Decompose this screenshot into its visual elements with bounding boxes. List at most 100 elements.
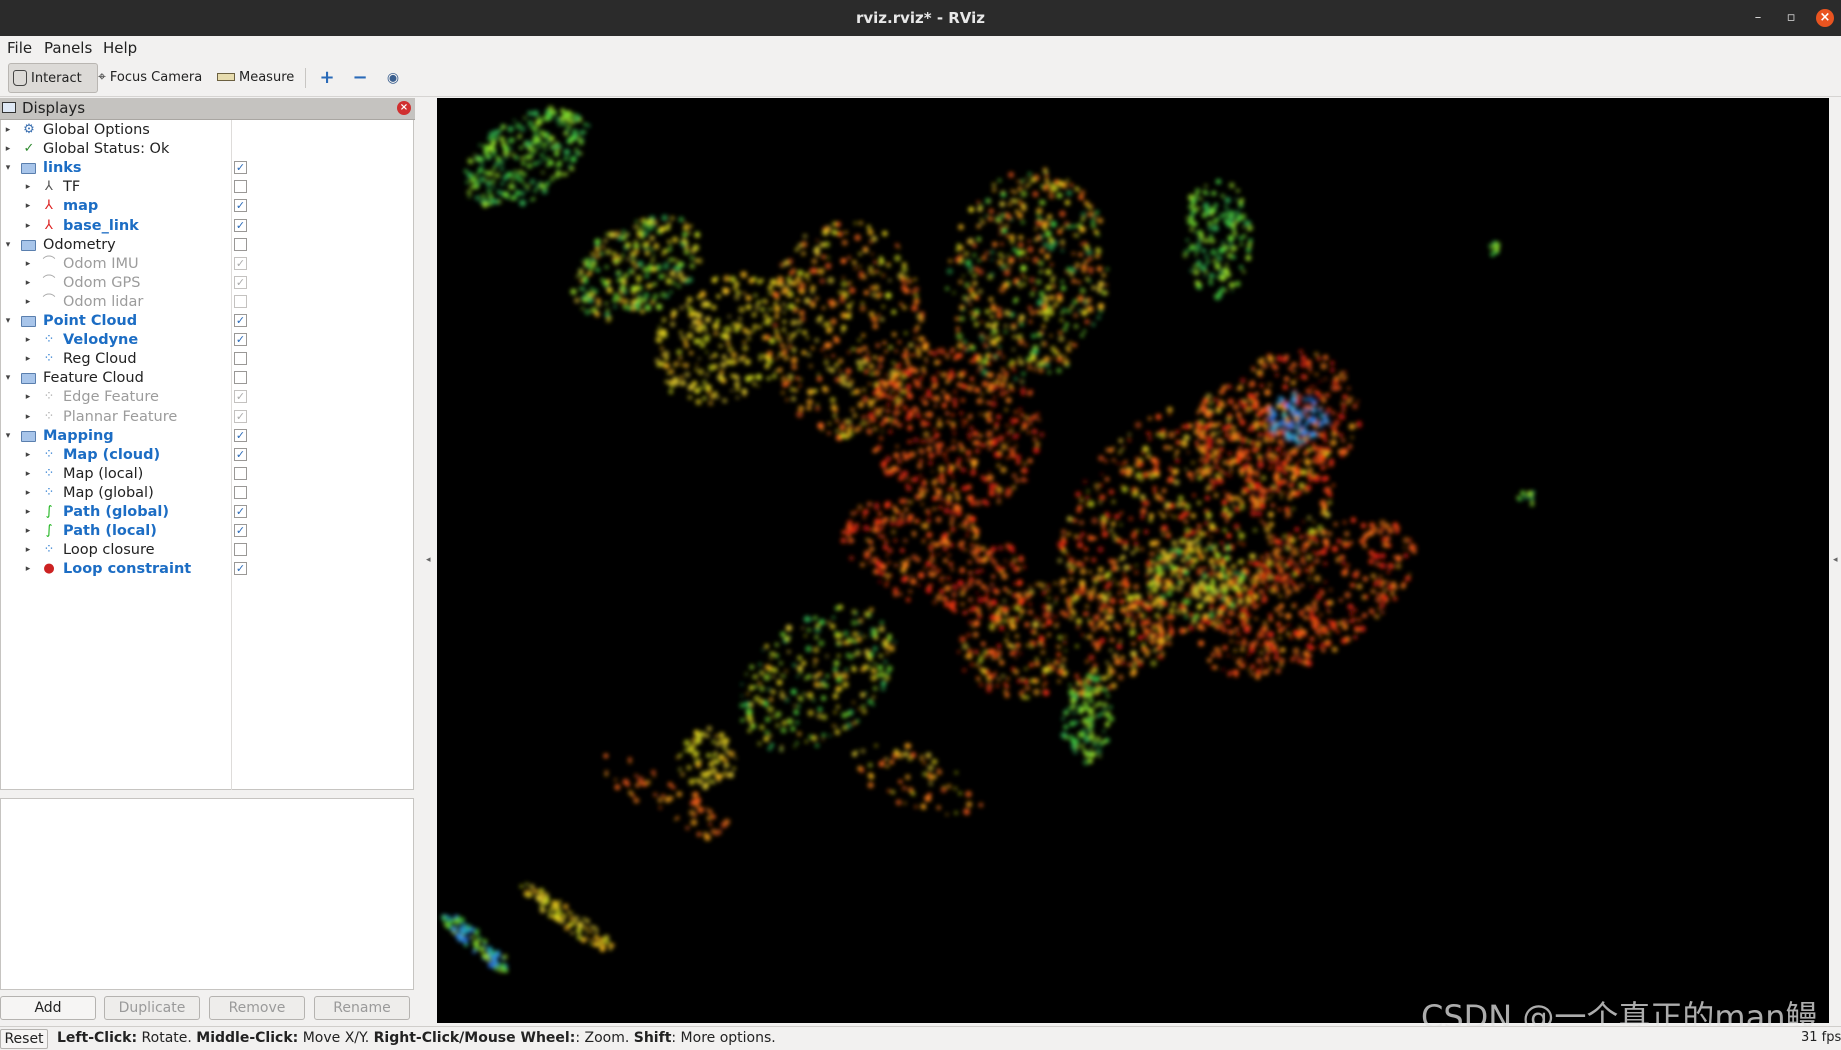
display-item-map[interactable]: ▸ ⅄ map ✓ [1, 197, 415, 216]
display-item-path-local[interactable]: ▸ ∫ Path (local) ✓ [1, 522, 415, 541]
pointcloud-icon: ⁘ [43, 465, 55, 481]
eye-icon[interactable]: ◉ [384, 69, 402, 87]
display-item-base-link[interactable]: ▸ ⅄ base_link ✓ [1, 217, 415, 236]
display-item-map-cloud[interactable]: ▸ ⁘ Map (cloud) ✓ [1, 446, 415, 465]
expand-arrow-icon[interactable]: ▸ [23, 197, 33, 216]
enable-checkbox[interactable] [234, 237, 247, 251]
enable-checkbox[interactable]: ✓ [234, 505, 247, 518]
collapse-arrow-icon[interactable]: ▾ [3, 159, 13, 178]
expand-arrow-icon[interactable]: ▸ [23, 408, 33, 427]
expand-arrow-icon[interactable]: ▸ [23, 331, 33, 350]
enable-checkbox[interactable]: ✓ [234, 390, 247, 404]
display-item-point-cloud[interactable]: ▾ Point Cloud ✓ [1, 312, 415, 331]
right-splitter-handle[interactable]: ◂ [1833, 555, 1838, 565]
display-item-global-options[interactable]: ▸ ⚙ Global Options [1, 121, 415, 140]
display-item-links[interactable]: ▾ links ✓ [1, 159, 415, 178]
enable-checkbox[interactable]: ✓ [234, 314, 247, 327]
expand-arrow-icon[interactable]: ▸ [23, 293, 33, 312]
display-item-feature-cloud[interactable]: ▾ Feature Cloud [1, 369, 415, 388]
minimize-button[interactable]: – [1749, 9, 1767, 27]
monitor-icon [2, 102, 16, 113]
expand-arrow-icon[interactable]: ▸ [23, 484, 33, 503]
enable-checkbox[interactable]: ✓ [234, 218, 247, 232]
display-item-map-global[interactable]: ▸ ⁘ Map (global) [1, 484, 415, 503]
reset-button[interactable]: Reset [0, 1029, 48, 1049]
expand-arrow-icon[interactable]: ▸ [23, 541, 33, 560]
display-item-odom-gps[interactable]: ▸ ⌒ Odom GPS ✓ [1, 274, 415, 293]
enable-checkbox[interactable]: ✓ [234, 256, 247, 270]
maximize-button[interactable]: ▫ [1782, 9, 1800, 27]
focus-camera-label: Focus Camera [109, 69, 203, 85]
enable-checkbox[interactable]: ✓ [234, 275, 247, 289]
enable-checkbox[interactable]: ✓ [234, 428, 247, 442]
expand-arrow-icon[interactable]: ▸ [23, 446, 33, 465]
render-view[interactable] [437, 98, 1829, 1023]
expand-arrow-icon[interactable]: ▸ [23, 465, 33, 484]
enable-checkbox[interactable] [234, 294, 247, 308]
display-item-edge-feature[interactable]: ▸ ⁘ Edge Feature ✓ [1, 388, 415, 407]
display-item-mapping[interactable]: ▾ Mapping ✓ [1, 427, 415, 446]
expand-arrow-icon[interactable]: ▸ [23, 503, 33, 522]
enable-checkbox[interactable]: ✓ [234, 199, 247, 213]
display-item-velodyne[interactable]: ▸ ⁘ Velodyne ✓ [1, 331, 415, 350]
expand-arrow-icon[interactable]: ▸ [23, 350, 33, 369]
menu-panels[interactable]: Panels [44, 39, 92, 57]
collapse-arrow-icon[interactable]: ▾ [3, 427, 13, 446]
enable-checkbox[interactable] [234, 180, 247, 194]
expand-arrow-icon[interactable]: ▸ [3, 140, 13, 159]
display-item-plannar-feature[interactable]: ▸ ⁘ Plannar Feature ✓ [1, 408, 415, 427]
interact-tool-button[interactable]: Interact [8, 63, 98, 93]
expand-arrow-icon[interactable]: ▸ [23, 255, 33, 274]
close-panel-icon[interactable]: × [397, 101, 411, 115]
expand-arrow-icon[interactable]: ▸ [23, 522, 33, 541]
display-item-odom-imu[interactable]: ▸ ⌒ Odom IMU ✓ [1, 255, 415, 274]
pointcloud-icon: ⁘ [43, 351, 55, 367]
collapse-arrow-icon[interactable]: ▾ [3, 236, 13, 255]
remove-button[interactable]: Remove [209, 996, 305, 1020]
menu-file[interactable]: File [7, 39, 32, 57]
measure-tool-button[interactable]: Measure [217, 63, 294, 91]
rename-button[interactable]: Rename [314, 996, 410, 1020]
axes-icon: ⅄ [45, 217, 53, 233]
expand-arrow-icon[interactable]: ▸ [23, 560, 33, 579]
enable-checkbox[interactable]: ✓ [234, 333, 247, 347]
duplicate-button[interactable]: Duplicate [104, 996, 200, 1020]
display-item-label: Map (cloud) [63, 446, 161, 463]
add-tool-icon[interactable]: + [318, 69, 336, 87]
enable-checkbox[interactable] [234, 543, 247, 557]
display-item-label: Odom IMU [63, 255, 139, 272]
expand-arrow-icon[interactable]: ▸ [23, 388, 33, 407]
display-item-tf[interactable]: ▸ ⅄ TF [1, 178, 415, 197]
display-item-map-local[interactable]: ▸ ⁘ Map (local) [1, 465, 415, 484]
enable-checkbox[interactable] [234, 485, 247, 499]
display-item-reg-cloud[interactable]: ▸ ⁘ Reg Cloud [1, 350, 415, 369]
display-item-loop-closure[interactable]: ▸ ⁘ Loop closure [1, 541, 415, 560]
expand-arrow-icon[interactable]: ▸ [3, 121, 13, 140]
enable-checkbox[interactable] [234, 466, 247, 480]
expand-arrow-icon[interactable]: ▸ [23, 178, 33, 197]
enable-checkbox[interactable] [234, 352, 247, 366]
display-item-path-global[interactable]: ▸ ∫ Path (global) ✓ [1, 503, 415, 522]
focus-camera-tool-button[interactable]: ⌖ Focus Camera [98, 63, 202, 91]
collapse-arrow-icon[interactable]: ▾ [3, 312, 13, 331]
display-item-odom-lidar[interactable]: ▸ ⌒ Odom lidar [1, 293, 415, 312]
enable-checkbox[interactable]: ✓ [234, 562, 247, 576]
add-button[interactable]: Add [0, 996, 96, 1020]
enable-checkbox[interactable]: ✓ [234, 161, 247, 175]
pointcloud-icon: ⁘ [43, 389, 55, 405]
display-item-loop-constraint[interactable]: ▸ ● Loop constraint ✓ [1, 560, 415, 579]
display-item-odometry[interactable]: ▾ Odometry [1, 236, 415, 255]
folder-icon [21, 160, 37, 176]
enable-checkbox[interactable]: ✓ [234, 409, 247, 423]
enable-checkbox[interactable]: ✓ [234, 447, 247, 461]
remove-tool-icon[interactable]: − [351, 69, 369, 87]
menu-help[interactable]: Help [103, 39, 137, 57]
expand-arrow-icon[interactable]: ▸ [23, 274, 33, 293]
close-window-button[interactable]: × [1816, 9, 1834, 27]
expand-arrow-icon[interactable]: ▸ [23, 217, 33, 236]
display-item-global-status-ok[interactable]: ▸ ✓ Global Status: Ok [1, 140, 415, 159]
splitter-handle[interactable]: ◂ [426, 555, 431, 565]
collapse-arrow-icon[interactable]: ▾ [3, 369, 13, 388]
enable-checkbox[interactable] [234, 371, 247, 385]
enable-checkbox[interactable]: ✓ [234, 524, 247, 538]
